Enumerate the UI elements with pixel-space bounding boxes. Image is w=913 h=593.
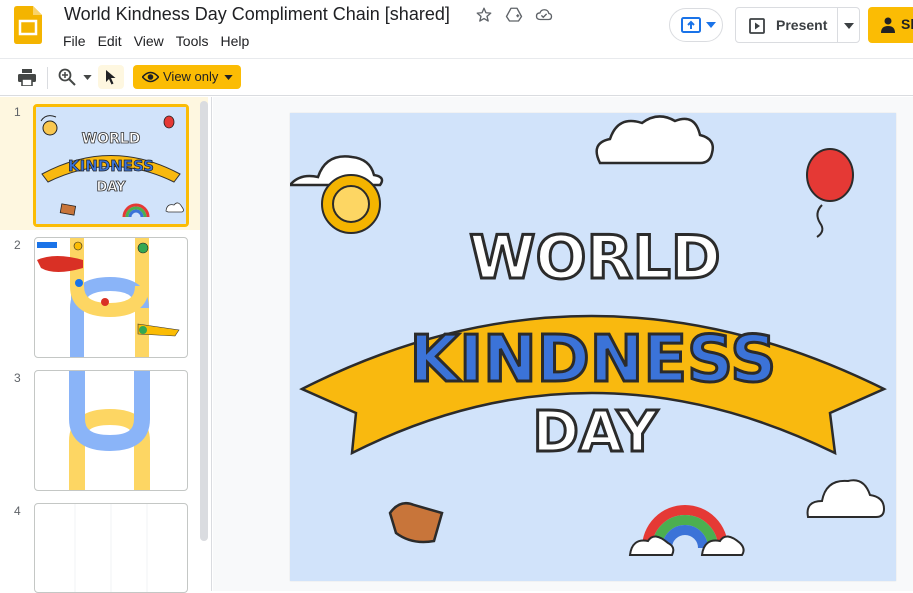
slide-number: 1 xyxy=(14,105,21,119)
thumbs-up-icon xyxy=(388,502,444,544)
slide-thumbnail-3[interactable] xyxy=(34,370,188,491)
menu-tools[interactable]: Tools xyxy=(176,33,209,49)
cloud-bottom-right xyxy=(806,479,886,518)
lock-person-icon xyxy=(881,17,895,33)
rainbow-icon xyxy=(628,505,745,556)
slide-title-world: WORLD xyxy=(469,223,720,293)
thumb-title-world: WORLD xyxy=(82,131,141,147)
slide-1-preview: WORLD KINDNESS DAY xyxy=(36,107,186,224)
select-tool-button[interactable] xyxy=(98,65,124,89)
main-slide[interactable]: WORLD KINDNESS DAY xyxy=(290,113,896,581)
slide-thumbnail-4[interactable] xyxy=(34,503,188,593)
view-only-label: View only xyxy=(163,69,219,84)
play-slideshow-icon xyxy=(749,18,765,34)
slide-2-preview xyxy=(37,238,180,357)
slide-thumbnail-1[interactable]: WORLD KINDNESS DAY xyxy=(33,104,189,227)
sun-icon xyxy=(321,174,381,234)
slide-number: 3 xyxy=(14,371,21,385)
menu-edit[interactable]: Edit xyxy=(98,33,122,49)
menu-bar: File Edit View Tools Help xyxy=(63,33,261,49)
chevron-down-icon xyxy=(706,22,716,28)
cloud-top-center xyxy=(595,115,714,165)
zoom-chevron-icon[interactable] xyxy=(83,75,92,80)
cursor-arrow-icon xyxy=(106,70,116,85)
slide-canvas-area[interactable]: WORLD KINDNESS DAY xyxy=(213,97,913,591)
slide-4-preview xyxy=(74,504,148,592)
present-options-chevron-icon[interactable] xyxy=(844,23,854,29)
zoom-icon[interactable] xyxy=(58,68,76,86)
move-to-drive-icon[interactable] xyxy=(505,6,523,24)
app-header: World Kindness Day Compliment Chain [sha… xyxy=(0,0,913,58)
slide-number: 2 xyxy=(14,238,21,252)
share-label: Sh xyxy=(901,16,913,32)
slide-filmstrip[interactable]: 1 WORLD KINDNESS DAY 2 3 4 xyxy=(0,97,212,593)
divider xyxy=(837,8,838,42)
print-icon[interactable] xyxy=(18,69,36,86)
eye-icon xyxy=(142,71,159,83)
present-button[interactable]: Present xyxy=(735,7,860,43)
star-icon[interactable] xyxy=(475,6,493,24)
chevron-down-icon xyxy=(224,75,233,80)
menu-help[interactable]: Help xyxy=(220,33,249,49)
present-to-meeting-button[interactable] xyxy=(669,8,723,42)
slide-3-preview xyxy=(69,371,150,490)
menu-file[interactable]: File xyxy=(63,33,86,49)
present-label: Present xyxy=(776,17,828,33)
slides-logo-icon[interactable] xyxy=(14,6,42,44)
slide-artwork: WORLD KINDNESS DAY xyxy=(290,115,887,556)
document-title[interactable]: World Kindness Day Compliment Chain [sha… xyxy=(64,4,450,25)
cloud-status-icon[interactable] xyxy=(535,6,553,24)
thumb-title-kindness: KINDNESS xyxy=(68,157,154,175)
filmstrip-scrollbar[interactable] xyxy=(200,101,208,541)
balloon-icon xyxy=(806,148,854,238)
view-only-button[interactable]: View only xyxy=(133,65,241,89)
slide-title-kindness: KINDNESS xyxy=(410,323,777,397)
slide-title-day: DAY xyxy=(532,400,658,465)
toolbar: View only xyxy=(0,58,913,96)
screen-share-icon xyxy=(681,17,701,33)
slide-number: 4 xyxy=(14,504,21,518)
toolbar-divider xyxy=(47,67,48,89)
thumb-title-day: DAY xyxy=(96,180,126,195)
menu-view[interactable]: View xyxy=(134,33,164,49)
share-button[interactable]: Sh xyxy=(868,7,913,43)
slide-thumbnail-2[interactable] xyxy=(34,237,188,358)
